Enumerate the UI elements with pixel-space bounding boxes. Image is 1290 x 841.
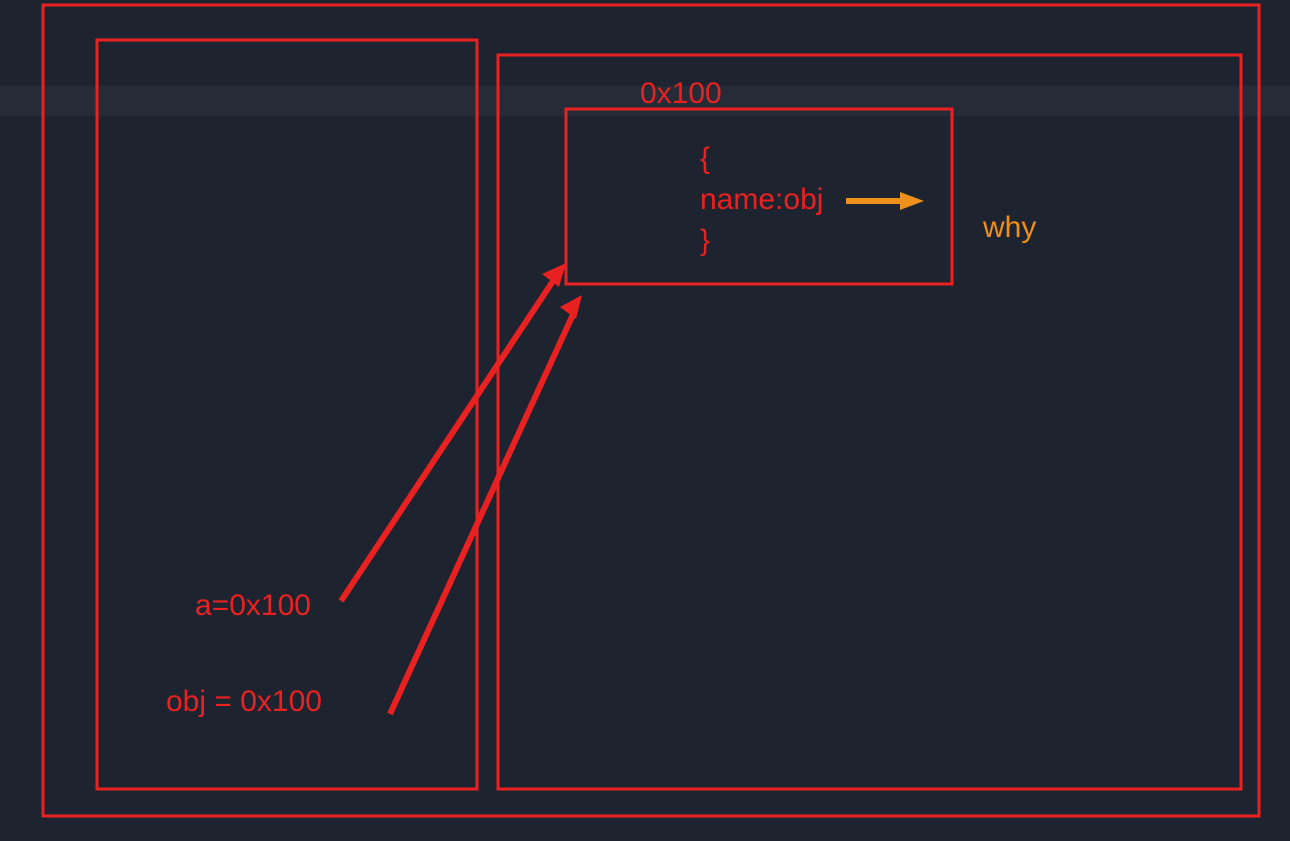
memory-diagram: 0x100 { name:obj } a=0x100 obj = 0x100 w… — [0, 0, 1290, 841]
annotation-why: why — [982, 211, 1036, 244]
stack-box — [97, 40, 477, 789]
object-line-1: { — [700, 142, 710, 175]
stack-var-obj: obj = 0x100 — [166, 685, 322, 718]
heap-box — [498, 55, 1241, 789]
arrow-property-to-why — [846, 192, 924, 210]
stack-var-a: a=0x100 — [195, 589, 311, 622]
arrow-a-to-object — [341, 263, 566, 601]
object-line-name: name:obj — [700, 183, 823, 216]
arrow-obj-to-object — [390, 295, 582, 714]
heap-address-label: 0x100 — [640, 77, 722, 110]
object-line-3: } — [700, 224, 710, 257]
